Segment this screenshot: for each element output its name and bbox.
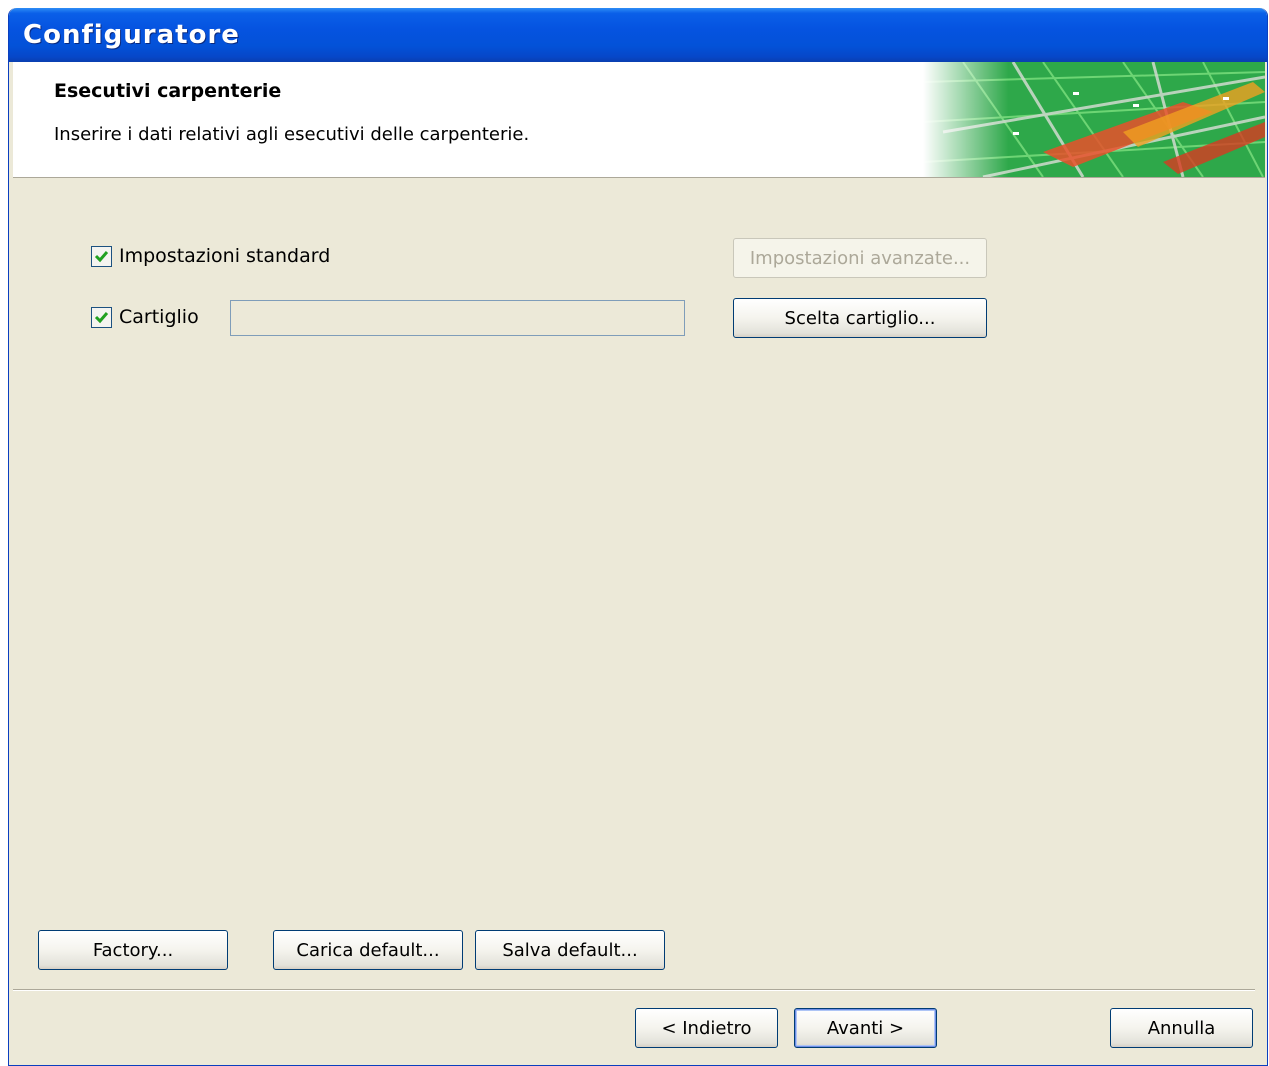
title-block-option[interactable]: Cartiglio — [91, 306, 199, 328]
choose-title-block-button[interactable]: Scelta cartiglio... — [733, 298, 987, 338]
window-title: Configuratore — [23, 20, 240, 50]
title-block-checkbox[interactable] — [91, 306, 112, 328]
title-block-path-field[interactable] — [230, 300, 685, 336]
load-default-button[interactable]: Carica default... — [273, 930, 463, 970]
factory-button[interactable]: Factory... — [38, 930, 228, 970]
page-description: Inserire i dati relativi agli esecutivi … — [54, 124, 530, 145]
advanced-settings-button[interactable]: Impostazioni avanzate... — [733, 238, 987, 278]
back-button[interactable]: < Indietro — [635, 1008, 778, 1048]
title-block-label: Cartiglio — [119, 306, 199, 328]
footer-separator — [13, 989, 1255, 991]
save-default-button[interactable]: Salva default... — [475, 930, 665, 970]
header-banner-image — [923, 62, 1265, 177]
title-bar[interactable]: Configuratore — [9, 8, 1267, 62]
page-title: Esecutivi carpenterie — [54, 80, 282, 102]
checkmark-icon — [94, 311, 109, 323]
wizard-header: Esecutivi carpenterie Inserire i dati re… — [13, 62, 1265, 178]
standard-settings-option[interactable]: Impostazioni standard — [91, 245, 330, 267]
standard-settings-checkbox[interactable] — [91, 245, 112, 267]
standard-settings-label: Impostazioni standard — [119, 245, 331, 267]
configurator-window: Configuratore Esecutivi carpenterie Inse… — [8, 8, 1268, 1066]
next-button[interactable]: Avanti > — [794, 1008, 937, 1048]
checkmark-icon — [94, 250, 109, 262]
cancel-button[interactable]: Annulla — [1110, 1008, 1253, 1048]
